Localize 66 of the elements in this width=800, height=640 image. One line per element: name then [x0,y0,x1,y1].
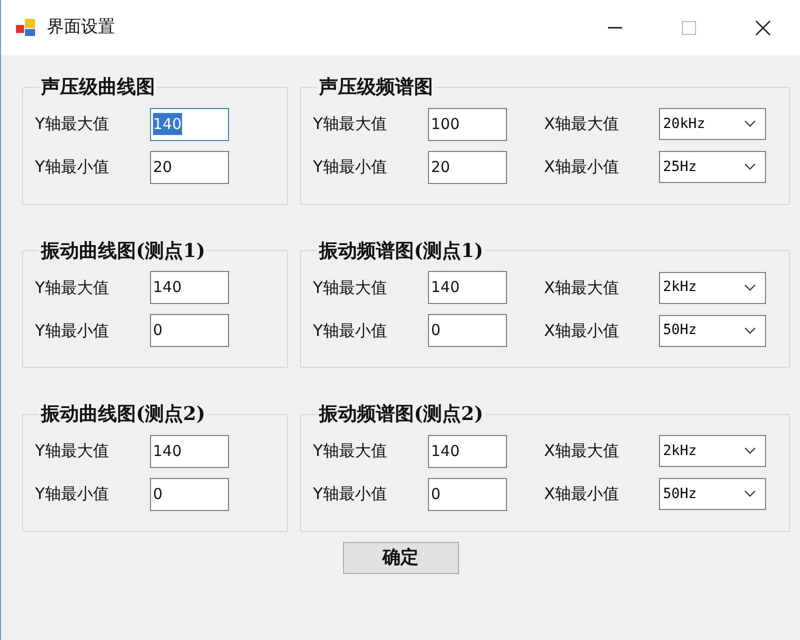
input-field[interactable]: 0 [150,478,229,510]
group-title: 振动曲线图(测点2) [40,402,206,427]
field-label: Y轴最小值 [313,483,388,505]
chevron-icon [744,490,756,498]
input-field[interactable]: 0 [150,314,229,347]
field-label: X轴最小值 [544,483,620,505]
dropdown[interactable]: 50Hz [659,478,766,510]
input-field[interactable]: 20 [150,150,229,184]
dropdown[interactable]: 50Hz [659,314,766,346]
window-title: 界面设置 [47,16,115,39]
group-title: 振动曲线图(测点1) [40,238,206,264]
confirm-button[interactable]: 确定 [342,542,458,574]
input-field[interactable]: 0 [428,478,507,510]
field-label: X轴最大值 [544,276,620,298]
field-label: Y轴最小值 [313,320,388,342]
field-label: Y轴最大值 [313,113,388,135]
group-title: 声压级曲线图 [40,75,156,100]
chevron-icon [744,284,756,292]
input-field[interactable]: 100 [428,108,507,140]
group-title: 振动频谱图(测点1) [318,238,484,264]
chevron-icon [744,120,756,128]
field-value: 0 [431,484,441,505]
field-value: 20 [153,156,172,178]
group-title: 振动频谱图(测点2) [318,402,484,427]
maximize-icon [682,20,696,34]
field-value: 140 [153,277,182,298]
close-icon [755,20,771,36]
field-label: Y轴最小值 [35,320,110,342]
input-field[interactable]: 0 [428,314,507,347]
field-value: 0 [431,320,441,342]
input-field[interactable]: 140 [150,271,229,304]
field-label: Y轴最大值 [35,440,110,462]
chevron-icon [744,326,756,334]
field-label: Y轴最大值 [35,113,110,135]
field-value: 140 [153,112,182,136]
input-field[interactable]: 20 [428,150,507,184]
field-label: X轴最小值 [544,320,620,342]
field-value: 140 [431,440,460,462]
dropdown[interactable]: 2kHz [659,435,766,467]
field-value: 0 [153,320,163,342]
field-value: 140 [153,440,182,462]
field-label: X轴最小值 [544,156,620,178]
field-value: 100 [431,114,460,135]
input-field[interactable]: 140 [428,434,507,468]
chevron-icon [744,163,756,171]
field-label: Y轴最小值 [35,156,110,178]
app-icon [15,18,37,38]
field-value: 20 [431,156,450,178]
dropdown[interactable]: 2kHz [659,272,766,304]
field-label: Y轴最小值 [35,483,110,505]
field-label: X轴最大值 [544,113,620,135]
dropdown[interactable]: 20kHz [659,108,766,140]
dropdown[interactable]: 25Hz [659,151,766,183]
field-value: 0 [153,484,163,505]
field-label: X轴最大值 [544,440,620,462]
chevron-icon [744,447,756,455]
field-value: 140 [431,277,460,298]
field-label: Y轴最大值 [313,440,388,462]
field-label: Y轴最大值 [313,276,388,298]
group-title: 声压级频谱图 [318,75,434,100]
minimize-icon [608,26,622,28]
input-field[interactable]: 140 [150,434,229,468]
field-label: Y轴最大值 [35,276,110,298]
field-label: Y轴最小值 [313,156,388,178]
input-field[interactable]: 140 [150,108,229,140]
input-field[interactable]: 140 [428,271,507,304]
